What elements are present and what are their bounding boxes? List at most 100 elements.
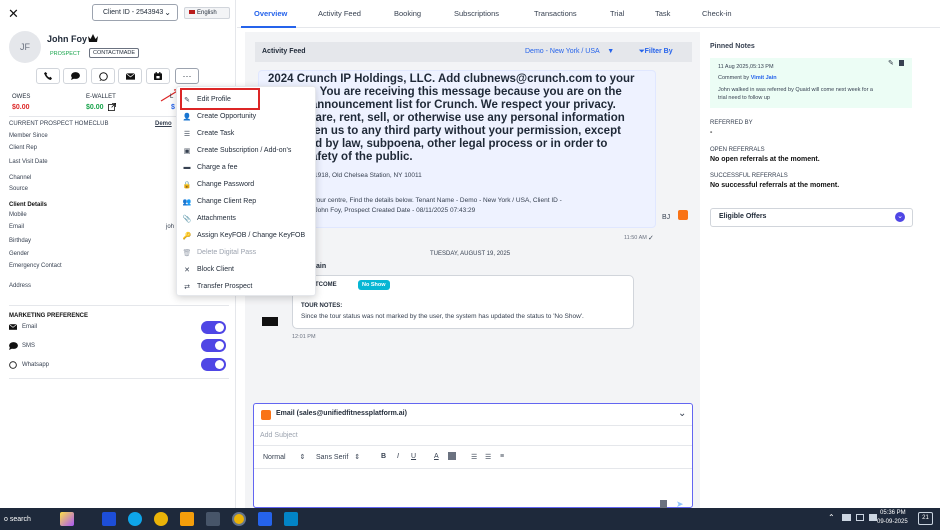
snipping-tool-icon[interactable] xyxy=(206,512,220,526)
subject-input[interactable]: Add Subject xyxy=(260,432,298,439)
wifi-icon[interactable] xyxy=(856,514,864,521)
note-date: 11 Aug 2025,05:13 PM xyxy=(718,64,774,70)
more-actions-button[interactable]: ··· xyxy=(175,68,199,84)
chevron-down-icon[interactable]: ⌄ xyxy=(678,408,686,419)
chevron-down-icon[interactable]: ⌄ xyxy=(895,212,905,222)
trash-icon: 🗑 xyxy=(182,249,192,257)
marketing-whatsapp-toggle[interactable] xyxy=(201,358,226,371)
menu-label: Change Client Rep xyxy=(197,198,257,205)
align-icon[interactable]: ≡ xyxy=(500,453,504,460)
tab-overview[interactable]: Overview xyxy=(254,9,287,18)
underline-button[interactable]: U xyxy=(411,453,416,460)
photos-icon[interactable] xyxy=(284,512,298,526)
tab-booking[interactable]: Booking xyxy=(394,9,421,18)
word-icon[interactable] xyxy=(258,512,272,526)
ordered-list-icon[interactable]: ☰ xyxy=(471,453,477,461)
tab-activity-feed[interactable]: Activity Feed xyxy=(318,9,361,18)
chrome-icon[interactable] xyxy=(154,512,168,526)
select-arrows-icon: ⇕ xyxy=(299,454,306,461)
folder-icon[interactable] xyxy=(180,512,194,526)
menu-item-assign-keyfob[interactable]: 🔑 Assign KeyFOB / Change KeyFOB xyxy=(177,227,317,244)
copilot-icon[interactable] xyxy=(60,512,74,526)
status-badge-prospect: PROSPECT xyxy=(50,51,81,57)
menu-item-change-password[interactable]: 🔒 Change Password xyxy=(177,176,317,193)
location-select[interactable]: Demo - New York / USA ▼ xyxy=(525,48,614,55)
menu-label: Create Opportunity xyxy=(197,113,257,120)
email-button[interactable] xyxy=(118,68,142,84)
chat-icon xyxy=(70,72,80,80)
font-label: Sans Serif xyxy=(316,454,349,461)
menu-item-create-task[interactable]: ☰ Create Task xyxy=(177,125,317,142)
whatsapp-button[interactable] xyxy=(91,68,115,84)
chat-button[interactable] xyxy=(63,68,87,84)
birthday-label: Birthday xyxy=(9,238,32,244)
font-select[interactable]: Sans Serif ⇕ xyxy=(316,453,360,461)
edge-icon[interactable] xyxy=(128,512,142,526)
close-icon[interactable]: ✕ xyxy=(8,6,19,22)
menu-item-transfer-prospect[interactable]: ⇄ Transfer Prospect xyxy=(177,278,317,295)
message-line: book. You are receiving this message bec… xyxy=(286,86,622,98)
tab-check-in[interactable]: Check-in xyxy=(702,9,732,18)
bullet-list-icon[interactable]: ☰ xyxy=(485,453,491,461)
filter-button[interactable]: ⏷Filter By xyxy=(639,48,673,56)
money-icon: ▬ xyxy=(183,164,191,171)
menu-item-create-opportunity[interactable]: 👤 Create Opportunity xyxy=(177,108,317,125)
format-select[interactable]: Normal ⇕ xyxy=(263,453,305,461)
third-balance-label: L xyxy=(170,94,174,100)
notification-badge[interactable]: 21 xyxy=(918,512,933,525)
language-select[interactable]: English xyxy=(184,7,230,19)
owes-label: OWES xyxy=(12,94,31,100)
message-line: quired by law, subpoena, other legal pro… xyxy=(287,138,608,150)
message-line: ot share, rent, sell, or otherwise use a… xyxy=(288,112,625,124)
volume-icon[interactable] xyxy=(869,514,877,521)
taskbar-search[interactable]: o search xyxy=(4,516,31,523)
chrome-active-icon[interactable] xyxy=(232,512,246,526)
tray-app-icon[interactable] xyxy=(842,514,851,521)
marketing-email-toggle[interactable] xyxy=(201,321,226,334)
third-balance-value: $ xyxy=(171,104,175,111)
divider xyxy=(254,425,692,426)
tab-subscriptions[interactable]: Subscriptions xyxy=(454,9,499,18)
text-color-button[interactable]: A xyxy=(434,453,439,460)
clock-date[interactable]: 09-09-2025 xyxy=(877,519,908,525)
menu-item-change-client-rep[interactable]: 👥 Change Client Rep xyxy=(177,193,317,210)
clock-time[interactable]: 05:36 PM xyxy=(880,510,906,516)
message-line: onal announcement list for Crunch. We re… xyxy=(284,99,616,111)
users-icon: 👥 xyxy=(182,198,192,206)
phone-button[interactable] xyxy=(36,68,60,84)
menu-item-block-client[interactable]: ✕ Block Client xyxy=(177,261,317,278)
check-icon: ✓ xyxy=(648,235,654,242)
marketing-sms-toggle[interactable] xyxy=(201,339,226,352)
app-icon[interactable] xyxy=(102,512,116,526)
comment-author[interactable]: Vimit Jain xyxy=(751,75,777,81)
calendar-button[interactable] xyxy=(146,68,170,84)
tab-task[interactable]: Task xyxy=(655,9,670,18)
note-text: John walked in was referred by Quaid wil… xyxy=(718,87,873,93)
tray-chevron-icon[interactable]: ⌃ xyxy=(828,513,835,522)
trash-icon[interactable] xyxy=(899,60,904,66)
homeclub-value[interactable]: Demo xyxy=(155,121,172,127)
menu-item-attachments[interactable]: 📎 Attachments xyxy=(177,210,317,227)
author-avatar xyxy=(262,317,278,326)
tab-trial[interactable]: Trial xyxy=(610,9,624,18)
highlight-icon[interactable] xyxy=(448,452,456,460)
pencil-icon[interactable]: ✎ xyxy=(888,59,894,67)
tour-notes-label: TOUR NOTES: xyxy=(301,303,343,309)
message-line: e given us to any third party without yo… xyxy=(288,125,621,137)
select-arrows-icon: ⇕ xyxy=(354,454,361,461)
italic-button[interactable]: I xyxy=(397,453,399,460)
client-id-select[interactable]: Client ID - 2543943 ⌄ xyxy=(92,4,178,21)
successful-referrals-label: SUCCESSFUL REFERRALS xyxy=(710,173,788,179)
marketing-heading: MARKETING PREFERENCE xyxy=(9,313,89,319)
menu-item-charge-fee[interactable]: ▬ Charge a fee xyxy=(177,159,317,176)
menu-item-create-subscription[interactable]: ▣ Create Subscription / Add-on's xyxy=(177,142,317,159)
list-icon: ☰ xyxy=(183,130,191,138)
bold-button[interactable]: B xyxy=(381,453,386,460)
external-link-icon[interactable] xyxy=(108,103,116,111)
tab-transactions[interactable]: Transactions xyxy=(534,9,577,18)
email-value: joh xyxy=(166,224,175,230)
attachment-icon[interactable] xyxy=(660,500,667,508)
user-plus-icon: 👤 xyxy=(182,113,192,121)
mail-icon xyxy=(125,72,135,80)
divider xyxy=(254,468,692,469)
